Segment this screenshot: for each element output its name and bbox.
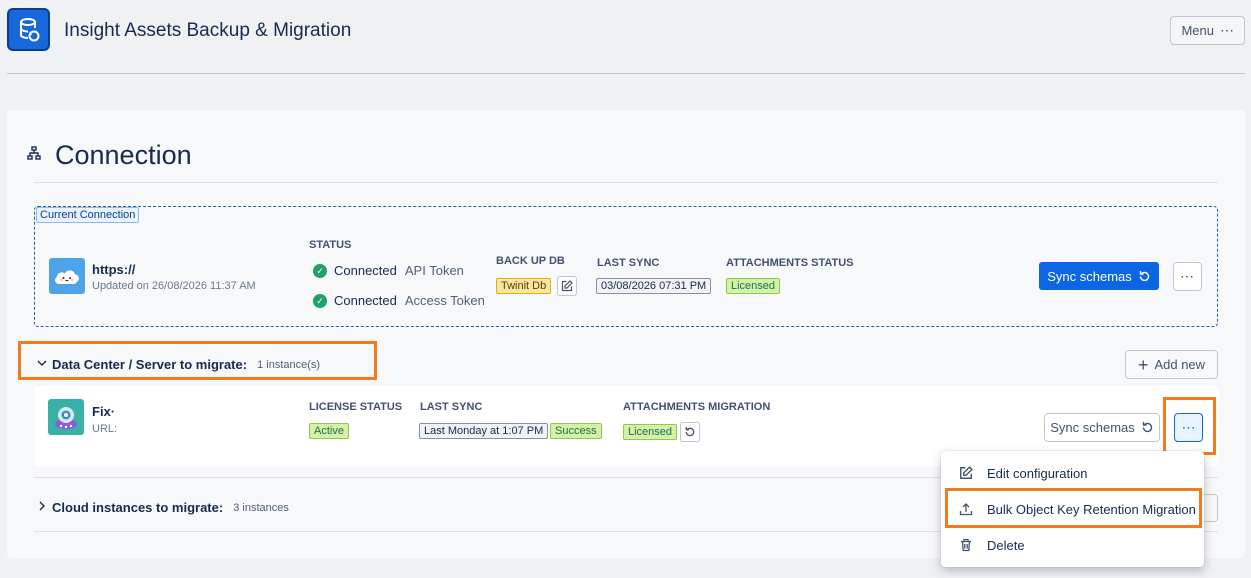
chevron-down-icon — [36, 357, 48, 372]
refresh-icon — [685, 426, 695, 437]
dc-section-title: Data Center / Server to migrate: — [52, 357, 248, 372]
current-connection-tag: Current Connection — [36, 207, 140, 223]
bulk-migration-highlight — [945, 488, 1202, 528]
menu-button-label: Menu — [1181, 23, 1214, 38]
attachments-status-badge: Licensed — [726, 278, 781, 294]
connection-updated: Updated on 26/08/2026 11:37 AM — [92, 280, 256, 292]
last-sync-label: LAST SYNC — [597, 257, 660, 269]
instance-name: Fix· — [92, 404, 116, 419]
attachments-migration-badge: Licensed — [623, 424, 678, 440]
current-connection-more-button[interactable]: ⋯ — [1173, 262, 1202, 291]
page-title: Connection — [55, 140, 192, 170]
title-divider — [34, 182, 1218, 183]
retry-attachments-button[interactable] — [680, 422, 700, 442]
chevron-right-icon — [36, 500, 48, 515]
edit-backup-db-button[interactable] — [557, 276, 577, 296]
status-access-token: ✓ Connected Access Token — [313, 293, 485, 308]
instance-more-button[interactable]: ⋯ — [1174, 413, 1203, 442]
attachments-migration-label: ATTACHMENTS MIGRATION — [623, 401, 771, 413]
menu-item-edit-configuration[interactable]: Edit configuration — [941, 455, 1204, 491]
last-sync-badge: 03/08/2026 07:31 PM — [596, 278, 712, 294]
check-circle-icon: ✓ — [313, 293, 327, 308]
add-new-button[interactable]: + Add new — [1125, 350, 1218, 379]
status-type: Access Token — [404, 293, 485, 308]
edit-icon — [960, 466, 973, 479]
status-type: API Token — [404, 263, 464, 278]
status-state: Connected — [334, 293, 397, 308]
instance-sync-schemas-button[interactable]: Sync schemas — [1044, 413, 1160, 442]
dc-section-toggle[interactable]: Data Center / Server to migrate: 1 insta… — [36, 357, 320, 372]
instance-last-sync-badge: Last Monday at 1:07 PM — [419, 423, 549, 439]
menu-item-label: Edit configuration — [987, 465, 1088, 481]
status-api-token: ✓ Connected API Token — [313, 263, 464, 278]
cloud-section-toggle[interactable]: Cloud instances to migrate: 3 instances — [36, 500, 289, 515]
menu-item-delete[interactable]: Delete — [941, 527, 1204, 563]
cloud-section-title: Cloud instances to migrate: — [52, 500, 224, 515]
backup-db-badge: Twinit Db — [496, 278, 552, 294]
plus-icon: + — [1137, 354, 1149, 375]
app-title: Insight Assets Backup & Migration — [64, 20, 352, 41]
cloud-avatar — [49, 258, 85, 294]
license-status-label: LICENSE STATUS — [309, 401, 403, 413]
status-label: STATUS — [309, 239, 352, 251]
sync-schemas-button[interactable]: Sync schemas — [1039, 262, 1159, 290]
more-horizontal-icon: ⋯ — [1220, 22, 1234, 38]
header-divider — [7, 73, 1245, 74]
connection-title-row: Connection — [27, 140, 192, 171]
refresh-icon — [1139, 270, 1149, 281]
robot-avatar — [48, 399, 84, 435]
backup-db-label: BACK UP DB — [496, 255, 565, 267]
dc-section-count: 1 instance(s) — [257, 358, 321, 371]
menu-button[interactable]: Menu ⋯ — [1170, 16, 1245, 45]
instance-last-sync-label: LAST SYNC — [420, 401, 483, 413]
connection-url[interactable]: https:// — [92, 262, 135, 277]
instance-url: URL: — [92, 423, 118, 435]
refresh-icon — [1142, 422, 1152, 433]
hierarchy-icon — [27, 146, 41, 165]
app-header: Insight Assets Backup & Migration Menu ⋯ — [0, 0, 1251, 74]
add-new-label: Add new — [1154, 357, 1206, 372]
more-horizontal-icon: ⋯ — [1181, 419, 1196, 435]
attachments-status-label: ATTACHMENTS STATUS — [726, 257, 854, 269]
edit-icon — [561, 280, 573, 292]
cloud-section-count: 3 instances — [233, 501, 289, 514]
instance-sync-result-badge: Success — [550, 423, 602, 439]
more-horizontal-icon: ⋯ — [1180, 268, 1195, 284]
check-circle-icon: ✓ — [313, 263, 327, 278]
status-state: Connected — [334, 263, 397, 278]
instance-sync-schemas-label: Sync schemas — [1050, 420, 1135, 435]
menu-item-label: Delete — [987, 537, 1025, 553]
license-status-badge: Active — [309, 423, 349, 439]
app-logo-database-icon — [7, 8, 50, 51]
sync-schemas-label: Sync schemas — [1047, 268, 1132, 284]
trash-icon — [961, 538, 971, 552]
